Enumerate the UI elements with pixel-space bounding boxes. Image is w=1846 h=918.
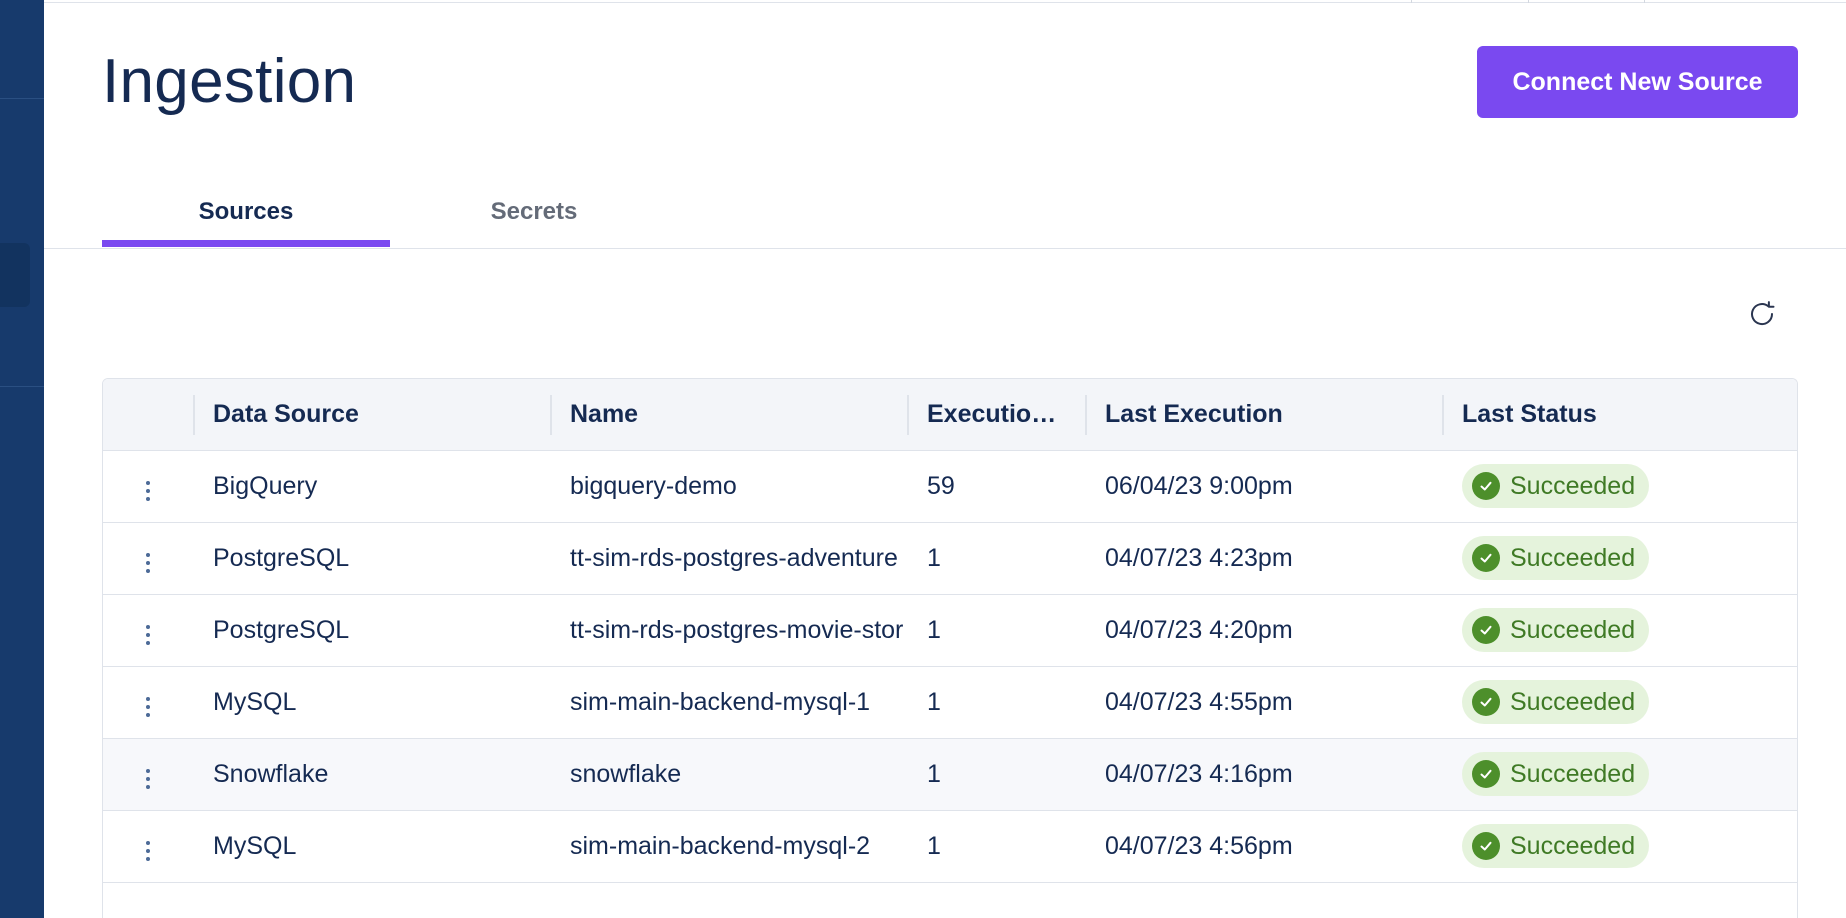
status-badge[interactable]: Succeeded: [1462, 824, 1650, 868]
refresh-icon: [1751, 301, 1775, 326]
sidebar: [0, 0, 44, 918]
more-vertical-icon[interactable]: [138, 689, 158, 725]
sidebar-divider: [0, 98, 44, 99]
cell-last-execution: 04/07/23 4:56pm: [1105, 831, 1293, 860]
more-vertical-icon[interactable]: [138, 833, 158, 869]
status-badge[interactable]: Succeeded: [1462, 752, 1650, 796]
row-menu-cell: [103, 738, 193, 810]
more-vertical-icon[interactable]: [138, 473, 158, 509]
column-header-execution-count[interactable]: Execution ...: [907, 379, 1085, 451]
column-header-data-source[interactable]: Data Source: [193, 379, 550, 451]
cell-last-execution: 04/07/23 4:16pm: [1105, 759, 1293, 788]
row-menu-cell: [103, 450, 193, 522]
cell-last-status: Succeeded: [1442, 666, 1797, 738]
more-vertical-icon[interactable]: [138, 761, 158, 797]
status-label: Succeeded: [1510, 471, 1636, 500]
status-label: Succeeded: [1510, 543, 1636, 572]
table-row[interactable]: BigQuery bigquery-demo 59 06/04/23 9:00p…: [103, 450, 1797, 522]
connect-new-source-button[interactable]: Connect New Source: [1477, 46, 1798, 118]
column-header-last-status[interactable]: Last Status: [1442, 379, 1797, 451]
top-divider: [1528, 0, 1529, 3]
cell-data-source: Snowflake: [213, 759, 329, 788]
cell-last-status: Succeeded: [1442, 810, 1797, 882]
column-header-actions: [103, 379, 193, 451]
row-menu-cell: [103, 522, 193, 594]
cell-data-source: PostgreSQL: [213, 543, 350, 572]
column-header-last-execution[interactable]: Last Execution: [1085, 379, 1442, 451]
cell-name[interactable]: bigquery-demo: [550, 450, 907, 522]
sidebar-active-item[interactable]: [0, 243, 30, 307]
refresh-button[interactable]: [1744, 296, 1780, 332]
cell-data-source: BigQuery: [213, 471, 318, 500]
tab-bar: Sources Secrets: [44, 176, 1846, 249]
table-row[interactable]: Snowflake snowflake 1 04/07/23 4:16pm Su…: [103, 738, 1797, 810]
status-badge[interactable]: Succeeded: [1462, 464, 1650, 508]
table-header-row: Data Source Name Execution ... Last Exec…: [103, 379, 1797, 451]
row-menu-cell: [103, 666, 193, 738]
cell-last-status: Succeeded: [1442, 738, 1797, 810]
cell-name[interactable]: sim-main-backend-mysql-2: [550, 810, 907, 882]
cell-name[interactable]: sim-main-backend-mysql-1: [550, 666, 907, 738]
more-vertical-icon[interactable]: [138, 617, 158, 653]
table-row[interactable]: PostgreSQL tt-sim-rds-postgres-movie-sto…: [103, 594, 1797, 666]
table-row[interactable]: PostgreSQL tt-sim-rds-postgres-adventure…: [103, 522, 1797, 594]
sources-table: Data Source Name Execution ... Last Exec…: [102, 378, 1798, 918]
cell-data-source: MySQL: [213, 831, 297, 860]
check-circle-icon: [1472, 688, 1500, 716]
tab-secrets[interactable]: Secrets: [390, 176, 678, 248]
cell-execution-count: 1: [927, 759, 941, 788]
cell-last-execution: 04/07/23 4:20pm: [1105, 615, 1293, 644]
cell-execution-count: 59: [927, 471, 955, 500]
table-row[interactable]: MySQL sim-main-backend-mysql-2 1 04/07/2…: [103, 810, 1797, 882]
cell-execution-count: 1: [927, 687, 941, 716]
check-circle-icon: [1472, 472, 1500, 500]
cell-last-status: Succeeded: [1442, 522, 1797, 594]
row-menu-cell: [103, 810, 193, 882]
check-circle-icon: [1472, 760, 1500, 788]
top-divider: [1411, 0, 1412, 3]
cell-execution-count: 1: [927, 615, 941, 644]
cell-execution-count: 1: [927, 831, 941, 860]
cell-last-status: Succeeded: [1442, 450, 1797, 522]
top-divider: [1644, 0, 1645, 3]
top-border: [44, 0, 1846, 3]
status-label: Succeeded: [1510, 687, 1636, 716]
check-circle-icon: [1472, 832, 1500, 860]
cell-data-source: PostgreSQL: [213, 615, 350, 644]
active-tab-indicator: [102, 240, 390, 247]
check-circle-icon: [1472, 544, 1500, 572]
cell-execution-count: 1: [927, 543, 941, 572]
status-label: Succeeded: [1510, 759, 1636, 788]
check-circle-icon: [1472, 616, 1500, 644]
cell-last-status: Succeeded: [1442, 594, 1797, 666]
status-label: Succeeded: [1510, 831, 1636, 860]
cell-last-execution: 06/04/23 9:00pm: [1105, 471, 1293, 500]
cell-name[interactable]: tt-sim-rds-postgres-adventure: [550, 522, 907, 594]
status-label: Succeeded: [1510, 615, 1636, 644]
status-badge[interactable]: Succeeded: [1462, 536, 1650, 580]
sidebar-divider: [0, 386, 44, 387]
status-badge[interactable]: Succeeded: [1462, 608, 1650, 652]
cell-name[interactable]: tt-sim-rds-postgres-movie-stor: [550, 594, 907, 666]
cell-name[interactable]: snowflake: [550, 738, 907, 810]
tab-sources[interactable]: Sources: [102, 176, 390, 248]
page-title: Ingestion: [102, 47, 357, 116]
cell-data-source: MySQL: [213, 687, 297, 716]
status-badge[interactable]: Succeeded: [1462, 680, 1650, 724]
cell-last-execution: 04/07/23 4:55pm: [1105, 687, 1293, 716]
more-vertical-icon[interactable]: [138, 545, 158, 581]
table-row[interactable]: MySQL sim-main-backend-mysql-1 1 04/07/2…: [103, 666, 1797, 738]
row-menu-cell: [103, 594, 193, 666]
cell-last-execution: 04/07/23 4:23pm: [1105, 543, 1293, 572]
column-header-name[interactable]: Name: [550, 379, 907, 451]
